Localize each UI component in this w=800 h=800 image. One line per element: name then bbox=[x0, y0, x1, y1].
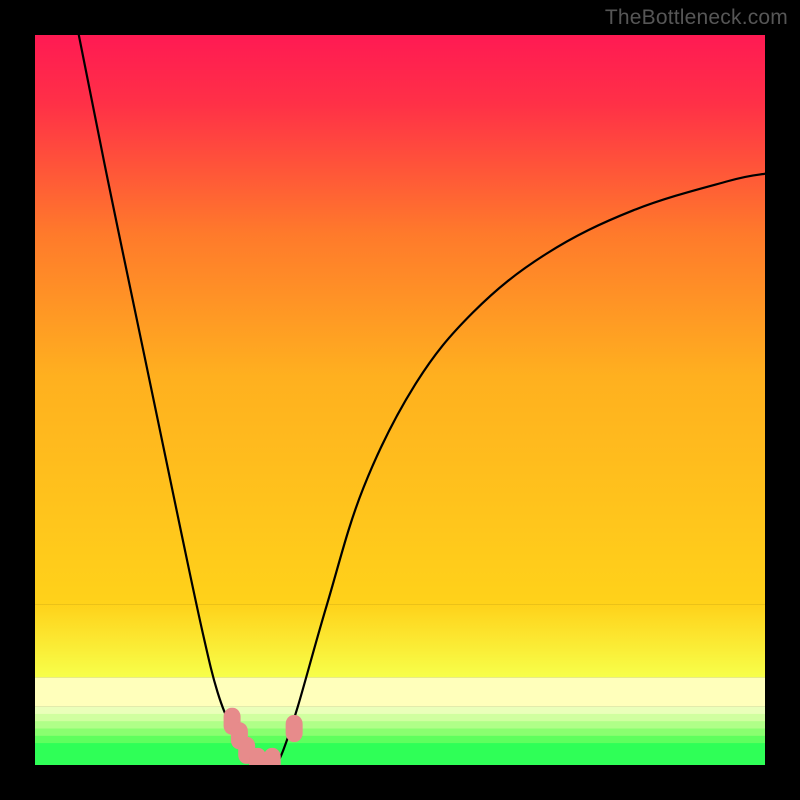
watermark-text: TheBottleneck.com bbox=[605, 6, 788, 30]
data-marker bbox=[286, 715, 303, 742]
plot-area bbox=[35, 35, 765, 765]
curves-layer bbox=[35, 35, 765, 765]
curve-left-branch bbox=[79, 35, 261, 765]
data-marker bbox=[264, 748, 281, 765]
data-marker bbox=[249, 748, 266, 765]
outer-frame: TheBottleneck.com bbox=[0, 0, 800, 800]
curve-right-branch bbox=[276, 174, 765, 765]
